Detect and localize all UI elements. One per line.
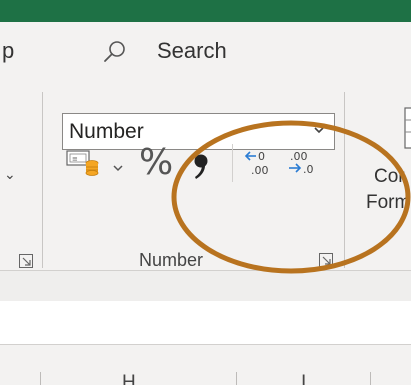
conditional-formatting-label-line2[interactable]: Form bbox=[366, 192, 410, 214]
dialog-launcher-icon[interactable] bbox=[319, 253, 333, 267]
svg-text:.00: .00 bbox=[251, 164, 269, 177]
number-group-label: Number bbox=[139, 250, 204, 270]
number-format-value: Number bbox=[69, 120, 144, 143]
group-separator bbox=[42, 92, 43, 268]
accounting-format-icon[interactable]: ≡ bbox=[66, 147, 102, 179]
svg-text:.00: .00 bbox=[290, 150, 308, 163]
title-bar bbox=[0, 0, 411, 22]
formula-bar[interactable] bbox=[0, 301, 411, 345]
search-icon[interactable] bbox=[103, 40, 127, 64]
number-format-dropdown[interactable]: Number bbox=[62, 113, 335, 150]
column-separator[interactable] bbox=[236, 372, 237, 385]
column-header-i[interactable]: I bbox=[301, 372, 306, 385]
help-tab-fragment[interactable]: p bbox=[2, 38, 14, 64]
conditional-formatting-icon[interactable] bbox=[400, 106, 411, 150]
percent-style-icon[interactable]: % bbox=[139, 142, 173, 183]
column-separator[interactable] bbox=[40, 372, 41, 385]
svg-text:.0: .0 bbox=[303, 163, 314, 176]
increase-decimal-icon[interactable]: 0 .00 bbox=[243, 146, 277, 180]
search-box[interactable]: Search bbox=[157, 38, 227, 64]
chevron-down-icon bbox=[314, 127, 324, 134]
group-separator bbox=[344, 92, 345, 268]
chevron-down-icon[interactable]: ⌄ bbox=[4, 166, 16, 183]
ribbon-collapse-strip bbox=[0, 271, 411, 301]
column-separator[interactable] bbox=[370, 372, 371, 385]
button-separator bbox=[232, 144, 233, 182]
column-header-row bbox=[0, 345, 411, 385]
dialog-launcher-icon[interactable] bbox=[19, 254, 33, 268]
conditional-formatting-label[interactable]: Cor bbox=[374, 166, 405, 188]
svg-text:≡: ≡ bbox=[72, 155, 78, 163]
decrease-decimal-icon[interactable]: .00 .0 bbox=[286, 146, 320, 180]
svg-text:0: 0 bbox=[258, 150, 265, 163]
comma-style-icon[interactable] bbox=[190, 148, 212, 184]
chevron-down-icon[interactable] bbox=[112, 163, 124, 173]
column-header-h[interactable]: H bbox=[122, 372, 136, 385]
